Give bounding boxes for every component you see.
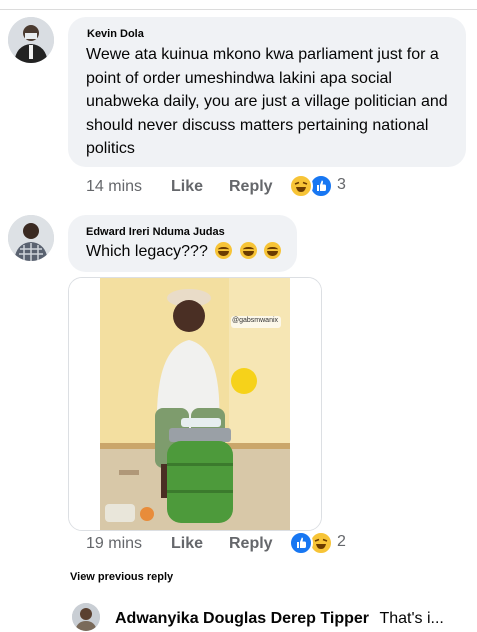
avatar[interactable] (8, 215, 54, 261)
photo-image (69, 278, 321, 530)
laughing-crying-emoji-icon (239, 242, 257, 259)
reply-preview[interactable]: Adwanyika Douglas Derep Tipper That's i.… (115, 610, 444, 628)
view-previous-reply-link[interactable]: View previous reply (70, 571, 173, 583)
reaction-count: 3 (337, 176, 346, 193)
reactions-summary[interactable]: 3 (289, 173, 351, 199)
photo-watermark: @gabsmwanix (232, 317, 279, 324)
comment-timestamp[interactable]: 19 mins (86, 535, 142, 553)
like-button[interactable]: Like (171, 178, 203, 196)
laughing-crying-emoji-icon (264, 242, 282, 259)
avatar-photo-icon (8, 215, 54, 261)
comment-author[interactable]: Edward Ireri Nduma Judas (86, 226, 225, 238)
laughing-crying-emoji-icon (215, 242, 233, 259)
reaction-count: 2 (337, 533, 346, 550)
reply-snippet: That's i... (379, 610, 444, 627)
comment-text: Wewe ata kuinua mkono kwa parliament jus… (86, 46, 448, 157)
comment-text-value: Which legacy??? (86, 243, 208, 260)
like-reaction-icon (289, 531, 313, 555)
comment-photo[interactable]: @gabsmwanix (68, 277, 322, 531)
avatar[interactable] (72, 603, 100, 631)
reply-button[interactable]: Reply (229, 178, 273, 196)
reply-button[interactable]: Reply (229, 535, 273, 553)
top-divider (0, 0, 477, 10)
reactions-summary[interactable]: 2 (289, 530, 351, 556)
comment-timestamp[interactable]: 14 mins (86, 178, 142, 196)
comment-author[interactable]: Kevin Dola (87, 28, 144, 40)
reply-author[interactable]: Adwanyika Douglas Derep Tipper (115, 610, 369, 627)
avatar-photo-icon (8, 17, 54, 63)
like-button[interactable]: Like (171, 535, 203, 553)
haha-reaction-icon (289, 174, 313, 198)
comment-text: Which legacy??? (86, 240, 296, 264)
avatar-photo-icon (72, 603, 100, 631)
avatar[interactable] (8, 17, 54, 63)
